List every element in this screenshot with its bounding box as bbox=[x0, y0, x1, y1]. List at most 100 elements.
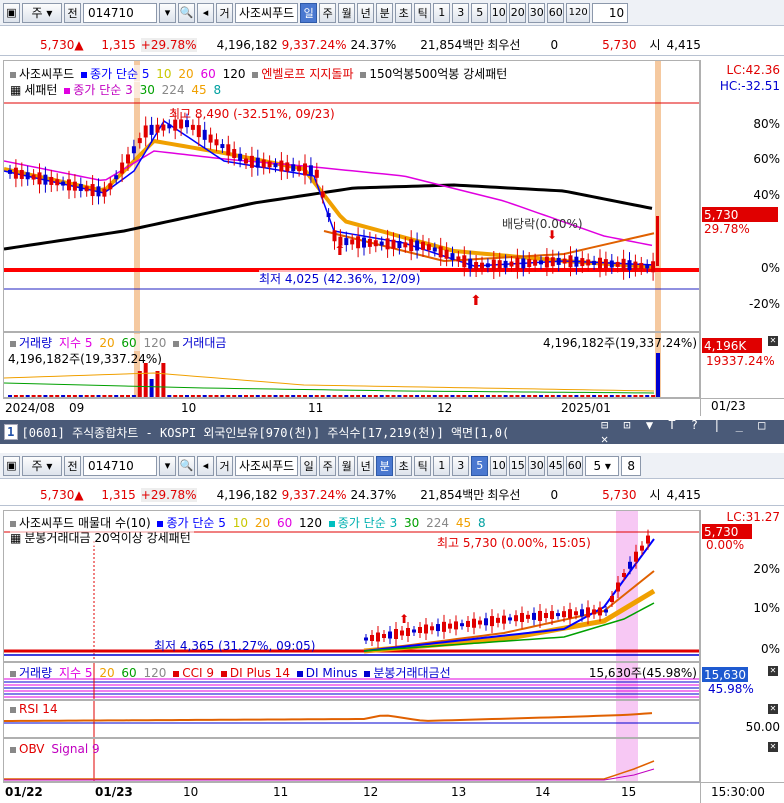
interval2-15[interactable]: 15 bbox=[509, 455, 527, 476]
window-buttons[interactable]: ⊟ ⊡ ▼ T ? | _ □ ✕ bbox=[601, 418, 784, 446]
xlabel-0122: 01/22 bbox=[5, 785, 43, 799]
candle-body bbox=[320, 191, 325, 198]
legend-pattern: 150억봉500억봉 강세패턴 bbox=[369, 67, 508, 81]
candle-body-b bbox=[580, 609, 584, 617]
close-pane-icon-3[interactable]: ✕ bbox=[768, 704, 778, 714]
period-tick-2[interactable]: 틱 bbox=[414, 455, 432, 476]
candle-body bbox=[137, 138, 142, 144]
candle-body bbox=[521, 258, 526, 269]
close-pane-icon[interactable]: ✕ bbox=[768, 336, 778, 346]
period-week[interactable]: 주 bbox=[319, 2, 337, 23]
interval2-select[interactable]: 5 ▾ bbox=[585, 455, 620, 476]
period-minute[interactable]: 분 bbox=[376, 2, 394, 23]
period-year[interactable]: 년 bbox=[357, 2, 375, 23]
interval-input[interactable]: 10 bbox=[592, 2, 629, 23]
candle-body-b bbox=[586, 607, 590, 618]
window-icon-2[interactable]: ▣ bbox=[3, 455, 20, 476]
period-day-2[interactable]: 일 bbox=[300, 455, 318, 476]
volume-bar bbox=[533, 395, 538, 397]
rsi-chart[interactable]: RSI 14 bbox=[3, 700, 700, 738]
jeon-button[interactable]: 전 bbox=[64, 2, 81, 23]
candle-body bbox=[438, 246, 443, 258]
period-tick[interactable]: 틱 bbox=[414, 2, 432, 23]
candle-body-b bbox=[520, 612, 524, 622]
period-mode-select-2[interactable]: 주 ▾ bbox=[22, 455, 62, 476]
candle-body bbox=[61, 181, 66, 186]
interval-10[interactable]: 10 bbox=[490, 2, 508, 23]
speaker-icon[interactable]: ◂ bbox=[197, 2, 214, 23]
search-icon[interactable]: 🔍 bbox=[178, 2, 195, 23]
obv-chart[interactable]: OBV Signal 9 bbox=[3, 738, 700, 782]
stock-code-input[interactable]: 014710 bbox=[83, 2, 157, 23]
candle-body bbox=[627, 260, 632, 271]
geo-button[interactable]: 거 bbox=[216, 2, 233, 23]
zero-value: 0 bbox=[550, 37, 559, 52]
close-pane-icon-2[interactable]: ✕ bbox=[768, 666, 778, 676]
price-2-b: 5,730 bbox=[602, 487, 637, 502]
volume-bar bbox=[273, 395, 278, 397]
interval2-30[interactable]: 30 bbox=[528, 455, 546, 476]
period-day[interactable]: 일 bbox=[300, 2, 318, 23]
top-volume-chart[interactable]: 거래량 지수 5 20 60 120 거래대금 4,196,182주(19,33… bbox=[3, 332, 700, 398]
dividend-note: 배당락(0.00%) bbox=[502, 217, 583, 231]
ytick-80: 80% bbox=[753, 117, 780, 131]
jeon-button-2[interactable]: 전 bbox=[64, 455, 81, 476]
interval2-45[interactable]: 45 bbox=[547, 455, 565, 476]
speaker-icon-2[interactable]: ◂ bbox=[197, 455, 214, 476]
interval2-10[interactable]: 10 bbox=[490, 455, 508, 476]
code-dropdown-icon-2[interactable]: ▾ bbox=[159, 455, 176, 476]
interval-30[interactable]: 30 bbox=[528, 2, 546, 23]
legend-ma3: 종가 단순 3 bbox=[73, 83, 133, 97]
candle-body bbox=[485, 263, 490, 268]
interval-60[interactable]: 60 bbox=[547, 2, 565, 23]
candle-body-b bbox=[430, 626, 434, 631]
candle-body bbox=[480, 262, 484, 269]
interval2-5[interactable]: 5 bbox=[471, 455, 489, 476]
top-quote-bar: 5,730 ▲ 1,315 +29.78% 4,196,182 9,337.24… bbox=[0, 34, 784, 56]
low-note-b: 최저 4,365 (31.27%, 09:05) bbox=[154, 639, 316, 653]
legend-amount-line: 분봉거래대금선 bbox=[373, 666, 451, 680]
interval2-input[interactable]: 8 bbox=[621, 455, 642, 476]
close-pane-icon-4[interactable]: ✕ bbox=[768, 742, 778, 752]
candle-body-b bbox=[592, 609, 596, 615]
period-mode-select[interactable]: 주 ▾ bbox=[22, 2, 62, 23]
volume-bar bbox=[61, 395, 66, 397]
interval-120[interactable]: 120 bbox=[566, 2, 591, 23]
period-minute-2[interactable]: 분 bbox=[376, 455, 394, 476]
vol-ma60 bbox=[4, 382, 655, 394]
volume-bar bbox=[19, 395, 24, 397]
bottom-volume-chart[interactable]: 거래량 지수 5 20 60 120 CCI 9 DI Plus 14 DI M… bbox=[3, 662, 700, 700]
period-second-2[interactable]: 초 bbox=[395, 455, 413, 476]
interval-3[interactable]: 3 bbox=[452, 2, 470, 23]
period-second[interactable]: 초 bbox=[395, 2, 413, 23]
zero-value-b: 0 bbox=[550, 487, 559, 502]
xlabel-12: 12 bbox=[437, 401, 453, 415]
calendar-icon-2[interactable]: ▦ bbox=[10, 531, 21, 545]
search-icon-2[interactable]: 🔍 bbox=[178, 455, 195, 476]
volume-bar bbox=[55, 395, 60, 397]
code-dropdown-icon[interactable]: ▾ bbox=[159, 2, 176, 23]
interval-20[interactable]: 20 bbox=[509, 2, 527, 23]
interval-5[interactable]: 5 bbox=[471, 2, 489, 23]
calendar-icon[interactable]: ▦ bbox=[10, 83, 21, 97]
interval2-1[interactable]: 1 bbox=[433, 455, 451, 476]
candle-body bbox=[456, 256, 461, 262]
period-month-2[interactable]: 월 bbox=[338, 455, 356, 476]
interval2-60[interactable]: 60 bbox=[566, 455, 584, 476]
volume-bar bbox=[238, 395, 243, 397]
interval-1[interactable]: 1 bbox=[433, 2, 451, 23]
window-icon[interactable]: ▣ bbox=[3, 2, 20, 23]
volume-bar bbox=[373, 395, 378, 397]
legend-amount: 거래대금 bbox=[182, 336, 227, 350]
bottom-price-chart[interactable]: ⬆ 사조씨푸드 매물대 수(10) 종가 단순 5 10 20 60 120 종… bbox=[3, 510, 700, 662]
top-price-chart[interactable]: ⬆ ⬆ ⬇ 사조씨푸드 종가 단순 5 10 20 60 120 엔벨로프 지지돌파… bbox=[3, 60, 700, 332]
stock-code-input-2[interactable]: 014710 bbox=[83, 455, 157, 476]
change-rate-b: +29.78% bbox=[140, 487, 197, 502]
interval2-3[interactable]: 3 bbox=[452, 455, 470, 476]
window-title-bar[interactable]: 1 [0601] 주식종합차트 - KOSPI 외국인보유[970(천)] 주식… bbox=[0, 418, 784, 446]
geo-button-2[interactable]: 거 bbox=[216, 455, 233, 476]
period-month[interactable]: 월 bbox=[338, 2, 356, 23]
period-week-2[interactable]: 주 bbox=[319, 455, 337, 476]
period-year-2[interactable]: 년 bbox=[357, 455, 375, 476]
volume-bar bbox=[297, 395, 302, 397]
